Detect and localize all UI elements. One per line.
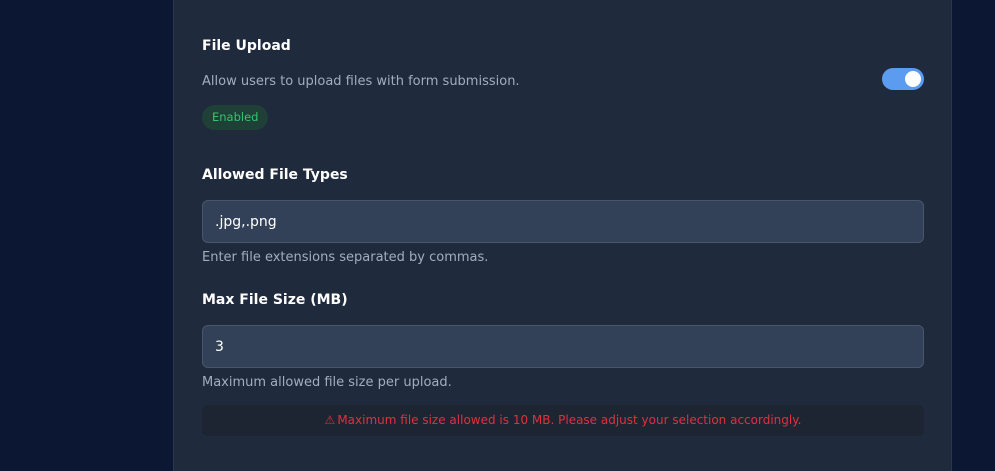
allowed-file-types-input[interactable] <box>202 200 924 243</box>
warning-icon: ⚠ <box>324 413 336 427</box>
file-upload-toggle[interactable] <box>882 68 924 90</box>
file-upload-description: Allow users to upload files with form su… <box>202 74 520 89</box>
error-text: Maximum file size allowed is 10 MB. Plea… <box>337 413 802 427</box>
toggle-knob <box>905 71 921 87</box>
max-file-size-label: Max File Size (MB) <box>202 292 348 308</box>
file-upload-title: File Upload <box>202 38 291 54</box>
error-message: ⚠ Maximum file size allowed is 10 MB. Ple… <box>202 405 924 436</box>
status-badge: Enabled <box>202 105 269 130</box>
max-file-size-input[interactable] <box>202 325 924 368</box>
allowed-file-types-help: Enter file extensions separated by comma… <box>202 250 489 265</box>
allowed-file-types-label: Allowed File Types <box>202 167 348 183</box>
settings-panel: File Upload Allow users to upload files … <box>173 0 952 471</box>
max-file-size-help: Maximum allowed file size per upload. <box>202 375 452 390</box>
